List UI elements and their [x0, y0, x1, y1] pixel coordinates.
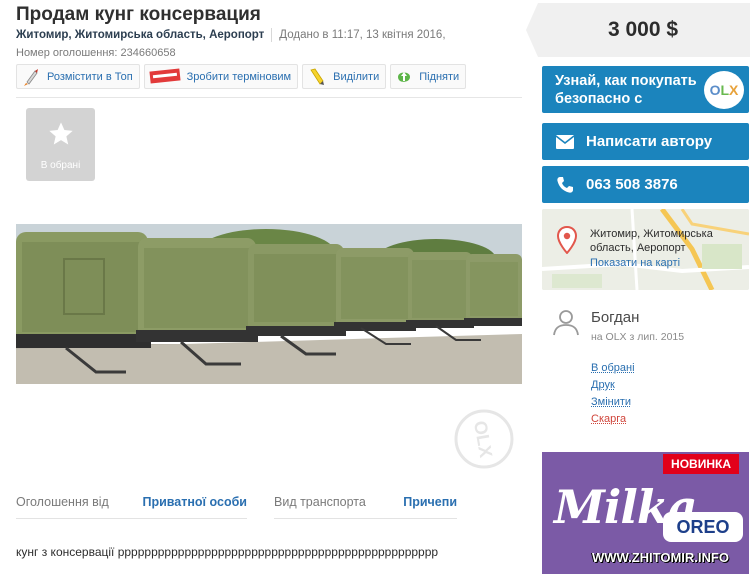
detail-value[interactable]: Приватної особи — [142, 495, 247, 509]
show-phone-button[interactable]: 063 508 3876 — [542, 166, 749, 203]
map-address: Житомир, Житомирська область, Аеропорт — [590, 228, 713, 254]
report-link[interactable]: Скарга — [591, 413, 635, 425]
detail-value[interactable]: Причепи — [403, 495, 457, 509]
olx-logo-o: O — [709, 82, 721, 98]
banner-site-watermark: WWW.ZHITOMIR.INFO — [592, 550, 729, 565]
make-urgent-button[interactable]: Зробити терміновим — [143, 64, 299, 89]
detail-seller-type: Оголошення від Приватної особи — [16, 485, 247, 519]
olx-safe-buy-label: Узнай, как покупать безопасно с — [555, 72, 697, 107]
location-link[interactable]: Житомир, Житомирська область, Аеропорт — [16, 29, 264, 41]
detail-key: Оголошення від — [16, 494, 109, 509]
location-map[interactable]: Житомир, Житомирська область, Аеропорт П… — [542, 209, 749, 290]
meta-separator — [271, 28, 273, 42]
seller-card: Богдан на OLX з лип. 2015 В обрані Друк … — [542, 300, 749, 436]
olx-safe-buy-button[interactable]: Узнай, как покупать безопасно с OLX — [542, 66, 749, 113]
detail-transport-type: Вид транспорта Причепи — [274, 485, 457, 519]
urgent-sticker-icon — [149, 67, 181, 84]
added-date: Додано в 11:17, 13 квітня 2016, — [279, 29, 446, 42]
envelope-icon — [556, 134, 574, 149]
listing-photo — [16, 224, 522, 384]
star-icon — [48, 122, 73, 145]
price-box: 3 000 $ — [526, 3, 750, 57]
seller-name[interactable]: Богдан — [591, 309, 639, 326]
edit-link[interactable]: Змінити — [591, 396, 635, 408]
photo-gallery[interactable]: В обрані OLX — [16, 97, 522, 475]
user-avatar-icon — [553, 310, 579, 336]
promo-actions: Розмістити в Топ Зробити терміновим Виді… — [16, 64, 467, 89]
olx-logo: OLX — [704, 71, 744, 109]
price: 3 000 $ — [607, 18, 679, 41]
highlighter-icon — [310, 68, 325, 85]
page-title: Продам кунг консервация — [16, 4, 261, 25]
phone-number: 063 508 3876 — [586, 176, 678, 193]
promote-top-label: Розмістити в Топ — [47, 70, 133, 83]
listing-details: Оголошення від Приватної особи Вид транс… — [16, 485, 522, 519]
watermark-text: OLX — [470, 419, 496, 459]
bump-up-button[interactable]: Підняти — [390, 64, 467, 89]
print-link[interactable]: Друк — [591, 379, 635, 391]
ad-number: Номер оголошення: 234660658 — [16, 47, 176, 59]
bump-up-label: Підняти — [419, 70, 460, 83]
olx-logo-x: X — [729, 82, 739, 98]
up-arrow-icon — [398, 71, 411, 82]
listing-description: кунг з консервації ррррррррррррррррррррр… — [16, 545, 439, 559]
promote-top-button[interactable]: Розмістити в Топ — [16, 64, 140, 89]
write-author-label: Написати автору — [586, 133, 713, 150]
rocket-icon — [24, 68, 38, 86]
banner-new-badge: НОВИНКА — [663, 454, 739, 474]
favorite-label: В обрані — [40, 160, 81, 171]
add-to-favorites-link[interactable]: В обрані — [591, 362, 635, 374]
listing-meta: Житомир, Житомирська область, Аеропорт До… — [16, 28, 446, 42]
highlight-button[interactable]: Виділити — [302, 64, 387, 89]
write-author-button[interactable]: Написати автору — [542, 123, 749, 160]
map-pin-icon — [557, 226, 577, 254]
detail-key: Вид транспорта — [274, 494, 366, 509]
show-on-map-link[interactable]: Показати на карті — [590, 257, 680, 269]
ad-banner[interactable]: НОВИНКА Milka OREO WWW.ZHITOMIR.INFO — [542, 452, 749, 574]
highlight-label: Виділити — [333, 70, 380, 83]
phone-icon — [557, 176, 573, 193]
add-to-favorites-tile[interactable]: В обрані — [26, 108, 95, 181]
banner-oreo: OREO — [663, 512, 743, 542]
seller-links: В обрані Друк Змінити Скарга — [591, 362, 635, 425]
olx-watermark-icon: OLX — [454, 409, 514, 469]
make-urgent-label: Зробити терміновим — [186, 70, 292, 83]
seller-since: на OLX з лип. 2015 — [591, 331, 685, 343]
olx-logo-l: L — [720, 82, 730, 98]
